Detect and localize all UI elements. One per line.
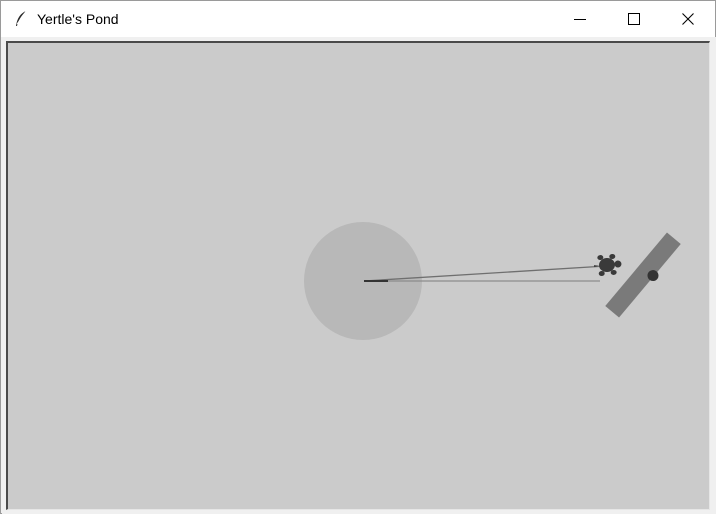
maximize-icon xyxy=(628,13,640,25)
minimize-icon xyxy=(574,13,586,25)
close-button[interactable] xyxy=(661,1,715,37)
maximize-button[interactable] xyxy=(607,1,661,37)
turtle-icon xyxy=(593,254,622,276)
minimize-button[interactable] xyxy=(553,1,607,37)
app-window: Yertle's Pond xyxy=(0,0,716,514)
window-client-area xyxy=(2,37,716,514)
paddle xyxy=(605,232,681,318)
close-icon xyxy=(682,13,694,25)
pond-canvas[interactable] xyxy=(6,41,710,510)
title-bar[interactable]: Yertle's Pond xyxy=(1,1,715,37)
feather-icon xyxy=(13,10,29,28)
window-title: Yertle's Pond xyxy=(37,11,119,27)
pond-scene xyxy=(304,222,681,340)
